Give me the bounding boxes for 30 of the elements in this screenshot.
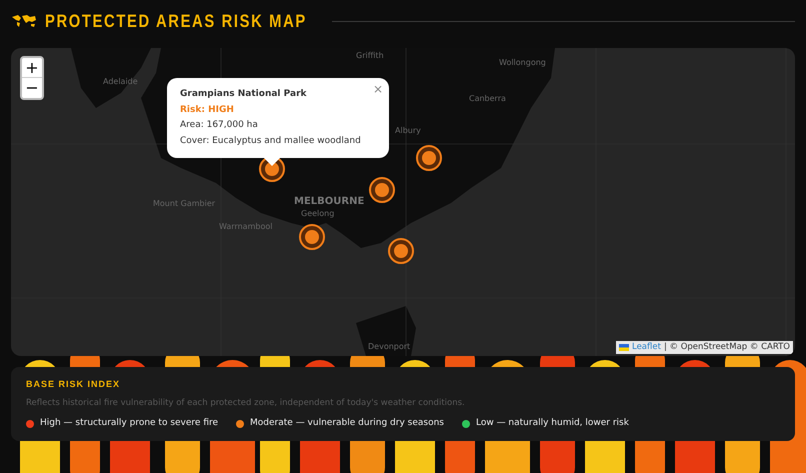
legend-label: Moderate — vulnerable during dry seasons <box>250 417 444 430</box>
city-label: Geelong <box>301 208 334 220</box>
zoom-out-button[interactable]: − <box>22 78 42 98</box>
popup-cover: Cover: Eucalyptus and mallee woodland <box>180 134 362 148</box>
city-label: Albury <box>395 125 421 137</box>
city-label: Devonport <box>368 341 410 353</box>
map[interactable] <box>11 48 795 356</box>
page-title: PROTECTED AREAS RISK MAP <box>45 10 307 32</box>
zoom-in-button[interactable]: + <box>22 58 42 78</box>
popup-pointer-icon <box>264 158 280 166</box>
city-label: Canberra <box>469 93 506 105</box>
city-label: MELBOURNE <box>294 195 364 209</box>
world-map-icon <box>11 14 37 28</box>
city-label: Griffith <box>356 50 384 62</box>
legend-label: Low — naturally humid, lower risk <box>476 417 629 430</box>
city-label: Mount Gambier <box>153 198 216 210</box>
popup-risk: Risk: HIGH <box>180 104 235 116</box>
attribution-text: | © OpenStreetMap © CARTO <box>664 341 790 354</box>
popup-title: Grampians National Park <box>180 88 308 101</box>
legend-label: High — structurally prone to severe fire <box>40 417 218 430</box>
close-button[interactable]: × <box>372 80 383 98</box>
legend-description: Reflects historical fire vulnerability of each protected zone, independent of today's weather conditions. <box>26 396 466 410</box>
city-label: Warrnambool <box>219 221 272 233</box>
popup-area: Area: 167,000 ha <box>180 119 376 132</box>
city-label: Adelaide <box>103 76 138 88</box>
map-marker[interactable] <box>299 224 325 250</box>
map-marker[interactable] <box>388 238 414 264</box>
legend-title: BASE RISK INDEX <box>26 378 122 391</box>
city-label: Wollongong <box>499 57 546 69</box>
flag-icon <box>618 344 629 352</box>
